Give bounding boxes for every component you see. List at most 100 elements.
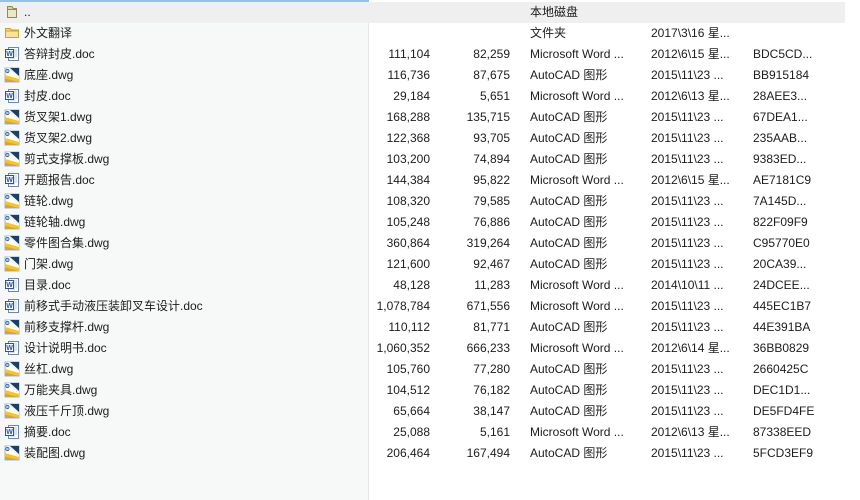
file-row[interactable]: 链轮.dwg 108,320 79,585 AutoCAD 图形 2015\11… — [0, 191, 845, 212]
file-type: AutoCAD 图形 — [530, 191, 648, 212]
file-crc: C95770E0 — [753, 233, 845, 254]
file-type: AutoCAD 图形 — [530, 212, 648, 233]
file-type: 本地磁盘 — [530, 2, 648, 23]
modified-date: 2015\11\23 ... — [651, 296, 751, 317]
folder-up-icon — [4, 4, 20, 20]
file-size: 103,200 — [330, 149, 430, 170]
file-row[interactable]: 万能夹具.dwg 104,512 76,182 AutoCAD 图形 2015\… — [0, 380, 845, 401]
file-row[interactable]: .. 本地磁盘 — [0, 2, 845, 23]
file-type: AutoCAD 图形 — [530, 401, 648, 422]
file-type: Microsoft Word ... — [530, 44, 648, 65]
file-type: 文件夹 — [530, 23, 648, 44]
file-name: 货叉架1.dwg — [24, 107, 92, 128]
modified-date: 2015\11\23 ... — [651, 254, 751, 275]
file-crc: 9383ED... — [753, 149, 845, 170]
file-row[interactable]: 货叉架2.dwg 122,368 93,705 AutoCAD 图形 2015\… — [0, 128, 845, 149]
dwg-icon — [4, 382, 20, 398]
packed-size: 11,283 — [432, 275, 510, 296]
modified-date: 2015\11\23 ... — [651, 212, 751, 233]
file-row[interactable]: W 目录.doc 48,128 11,283 Microsoft Word ..… — [0, 275, 845, 296]
dwg-icon — [4, 151, 20, 167]
file-crc: 87338EED — [753, 422, 845, 443]
packed-size: 135,715 — [432, 107, 510, 128]
dwg-icon — [4, 109, 20, 125]
packed-size — [432, 23, 510, 44]
file-row[interactable]: 前移支撑杆.dwg 110,112 81,771 AutoCAD 图形 2015… — [0, 317, 845, 338]
packed-size: 319,264 — [432, 233, 510, 254]
file-size — [330, 2, 430, 23]
file-type: AutoCAD 图形 — [530, 254, 648, 275]
packed-size — [432, 2, 510, 23]
file-name: 开题报告.doc — [24, 170, 95, 191]
modified-date: 2015\11\23 ... — [651, 380, 751, 401]
file-row[interactable]: 装配图.dwg 206,464 167,494 AutoCAD 图形 2015\… — [0, 443, 845, 464]
word-icon: W — [4, 88, 20, 104]
file-type: AutoCAD 图形 — [530, 443, 648, 464]
modified-date: 2012\6\13 星... — [651, 86, 751, 107]
file-crc — [753, 23, 845, 44]
file-crc: AE7181C9 — [753, 170, 845, 191]
file-crc — [753, 2, 845, 23]
file-size: 65,664 — [330, 401, 430, 422]
file-row[interactable]: 门架.dwg 121,600 92,467 AutoCAD 图形 2015\11… — [0, 254, 845, 275]
packed-size: 76,182 — [432, 380, 510, 401]
file-row[interactable]: 货叉架1.dwg 168,288 135,715 AutoCAD 图形 2015… — [0, 107, 845, 128]
file-size: 25,088 — [330, 422, 430, 443]
word-icon: W — [4, 172, 20, 188]
modified-date: 2014\10\11 ... — [651, 275, 751, 296]
file-crc: DEC1D1... — [753, 380, 845, 401]
file-name: 链轮轴.dwg — [24, 212, 85, 233]
file-row[interactable]: 链轮轴.dwg 105,248 76,886 AutoCAD 图形 2015\1… — [0, 212, 845, 233]
file-type: Microsoft Word ... — [530, 275, 648, 296]
file-row[interactable]: 液压千斤顶.dwg 65,664 38,147 AutoCAD 图形 2015\… — [0, 401, 845, 422]
file-row[interactable]: W 摘要.doc 25,088 5,161 Microsoft Word ...… — [0, 422, 845, 443]
file-name: 答辩封皮.doc — [24, 44, 95, 65]
modified-date: 2015\11\23 ... — [651, 128, 751, 149]
file-size: 105,760 — [330, 359, 430, 380]
file-size: 104,512 — [330, 380, 430, 401]
packed-size: 167,494 — [432, 443, 510, 464]
file-type: Microsoft Word ... — [530, 86, 648, 107]
modified-date: 2015\11\23 ... — [651, 401, 751, 422]
file-row[interactable]: 剪式支撑板.dwg 103,200 74,894 AutoCAD 图形 2015… — [0, 149, 845, 170]
word-icon: W — [4, 277, 20, 293]
file-name: 底座.dwg — [24, 65, 73, 86]
dwg-icon — [4, 214, 20, 230]
modified-date: 2012\6\14 星... — [651, 338, 751, 359]
file-row[interactable]: W 前移式手动液压装卸叉车设计.doc 1,078,784 671,556 Mi… — [0, 296, 845, 317]
file-row[interactable]: 外文翻译 文件夹 2017\3\16 星... — [0, 23, 845, 44]
file-size: 1,078,784 — [330, 296, 430, 317]
file-row[interactable]: W 答辩封皮.doc 111,104 82,259 Microsoft Word… — [0, 44, 845, 65]
file-crc: 822F09F9 — [753, 212, 845, 233]
file-row[interactable]: W 封皮.doc 29,184 5,651 Microsoft Word ...… — [0, 86, 845, 107]
file-list-rows: .. 本地磁盘 外文翻译 文件夹 2017\3\16 星... W 答辩封皮.d… — [0, 0, 860, 500]
modified-date: 2015\11\23 ... — [651, 149, 751, 170]
file-type: AutoCAD 图形 — [530, 107, 648, 128]
file-row[interactable]: 丝杠.dwg 105,760 77,280 AutoCAD 图形 2015\11… — [0, 359, 845, 380]
packed-size: 38,147 — [432, 401, 510, 422]
file-type: Microsoft Word ... — [530, 422, 648, 443]
file-crc: 44E391BA — [753, 317, 845, 338]
file-row[interactable]: 零件图合集.dwg 360,864 319,264 AutoCAD 图形 201… — [0, 233, 845, 254]
file-name: 摘要.doc — [24, 422, 71, 443]
word-icon: W — [4, 46, 20, 62]
file-size: 121,600 — [330, 254, 430, 275]
word-icon: W — [4, 298, 20, 314]
file-name: 封皮.doc — [24, 86, 71, 107]
modified-date: 2015\11\23 ... — [651, 191, 751, 212]
packed-size: 81,771 — [432, 317, 510, 338]
packed-size: 92,467 — [432, 254, 510, 275]
file-name: 链轮.dwg — [24, 191, 73, 212]
file-size: 105,248 — [330, 212, 430, 233]
file-row[interactable]: W 开题报告.doc 144,384 95,822 Microsoft Word… — [0, 170, 845, 191]
file-size: 111,104 — [330, 44, 430, 65]
file-name: 前移式手动液压装卸叉车设计.doc — [24, 296, 203, 317]
file-row[interactable]: 底座.dwg 116,736 87,675 AutoCAD 图形 2015\11… — [0, 65, 845, 86]
modified-date: 2015\11\23 ... — [651, 65, 751, 86]
modified-date: 2015\11\23 ... — [651, 233, 751, 254]
file-type: AutoCAD 图形 — [530, 65, 648, 86]
file-crc: 7A145D... — [753, 191, 845, 212]
file-size: 206,464 — [330, 443, 430, 464]
packed-size: 79,585 — [432, 191, 510, 212]
file-row[interactable]: W 设计说明书.doc 1,060,352 666,233 Microsoft … — [0, 338, 845, 359]
